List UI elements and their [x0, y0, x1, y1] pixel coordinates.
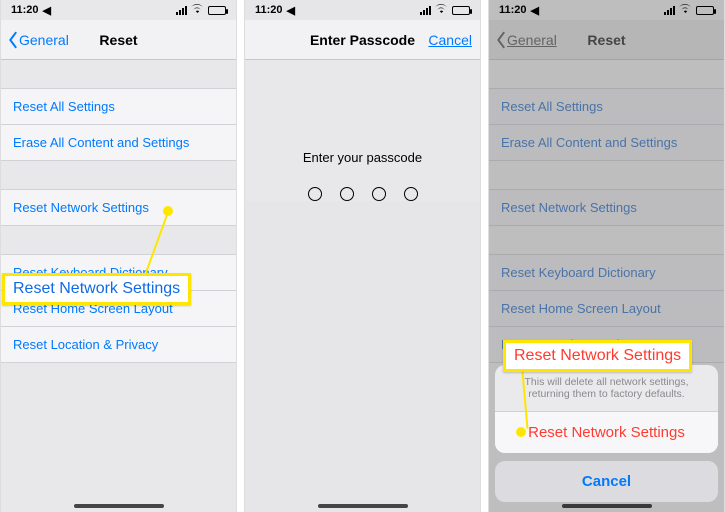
back-label: General: [507, 32, 557, 48]
row-erase-all-content[interactable]: Erase All Content and Settings: [1, 125, 236, 161]
passcode-dot: [308, 187, 322, 201]
screen-reset-confirm: 11:20 ◀ General Reset Reset All Settings…: [488, 0, 725, 512]
location-icon: ◀: [531, 4, 539, 17]
row-reset-home-screen-layout[interactable]: Reset Home Screen Layout: [489, 291, 724, 327]
wifi-icon: [679, 4, 692, 17]
page-title: Reset: [587, 32, 625, 48]
screen-enter-passcode: 11:20 ◀ Enter Passcode Cancel Enter your…: [244, 0, 481, 512]
row-erase-all-content[interactable]: Erase All Content and Settings: [489, 125, 724, 161]
sheet-message: This will delete all network settings, r…: [495, 365, 718, 412]
highlight-dot: [516, 427, 526, 437]
passcode-area: Enter your passcode: [245, 60, 480, 201]
row-reset-keyboard-dictionary[interactable]: Reset Keyboard Dictionary: [489, 254, 724, 291]
status-time: 11:20: [499, 4, 527, 16]
navbar: Enter Passcode Cancel: [245, 20, 480, 60]
passcode-dots[interactable]: [245, 187, 480, 201]
home-indicator[interactable]: [318, 504, 408, 508]
signal-icon: [420, 6, 431, 15]
back-label: General: [19, 32, 69, 48]
status-time: 11:20: [11, 4, 39, 16]
signal-icon: [176, 6, 187, 15]
action-sheet: This will delete all network settings, r…: [495, 365, 718, 502]
wifi-icon: [191, 4, 204, 17]
status-bar: 11:20 ◀: [245, 0, 480, 20]
status-time: 11:20: [255, 4, 283, 16]
wifi-icon: [435, 4, 448, 17]
highlight-callout: Reset Network Settings: [2, 273, 191, 305]
status-bar: 11:20 ◀: [489, 0, 724, 20]
navbar: General Reset: [489, 20, 724, 60]
navbar: General Reset: [1, 20, 236, 60]
status-bar: 11:20 ◀: [1, 0, 236, 20]
confirm-reset-network-button[interactable]: Reset Network Settings: [495, 412, 718, 453]
back-button[interactable]: General: [7, 31, 69, 49]
row-reset-location-privacy[interactable]: Reset Location & Privacy: [1, 327, 236, 363]
back-button[interactable]: General: [495, 31, 557, 49]
row-reset-all-settings[interactable]: Reset All Settings: [1, 88, 236, 125]
page-title: Enter Passcode: [310, 32, 415, 48]
page-title: Reset: [99, 32, 137, 48]
sheet-cancel-button[interactable]: Cancel: [495, 461, 718, 502]
screen-reset-list: 11:20 ◀ General Reset Reset All Settings…: [0, 0, 237, 512]
battery-icon: [452, 6, 470, 15]
home-indicator[interactable]: [562, 504, 652, 508]
battery-icon: [696, 6, 714, 15]
signal-icon: [664, 6, 675, 15]
passcode-dot: [372, 187, 386, 201]
highlight-callout: Reset Network Settings: [503, 340, 692, 372]
row-reset-network-settings[interactable]: Reset Network Settings: [489, 189, 724, 226]
row-reset-all-settings[interactable]: Reset All Settings: [489, 88, 724, 125]
battery-icon: [208, 6, 226, 15]
passcode-prompt: Enter your passcode: [245, 150, 480, 165]
location-icon: ◀: [287, 4, 295, 17]
home-indicator[interactable]: [74, 504, 164, 508]
passcode-dot: [404, 187, 418, 201]
row-reset-network-settings[interactable]: Reset Network Settings: [1, 189, 236, 226]
cancel-button[interactable]: Cancel: [428, 32, 472, 48]
location-icon: ◀: [43, 4, 51, 17]
passcode-dot: [340, 187, 354, 201]
